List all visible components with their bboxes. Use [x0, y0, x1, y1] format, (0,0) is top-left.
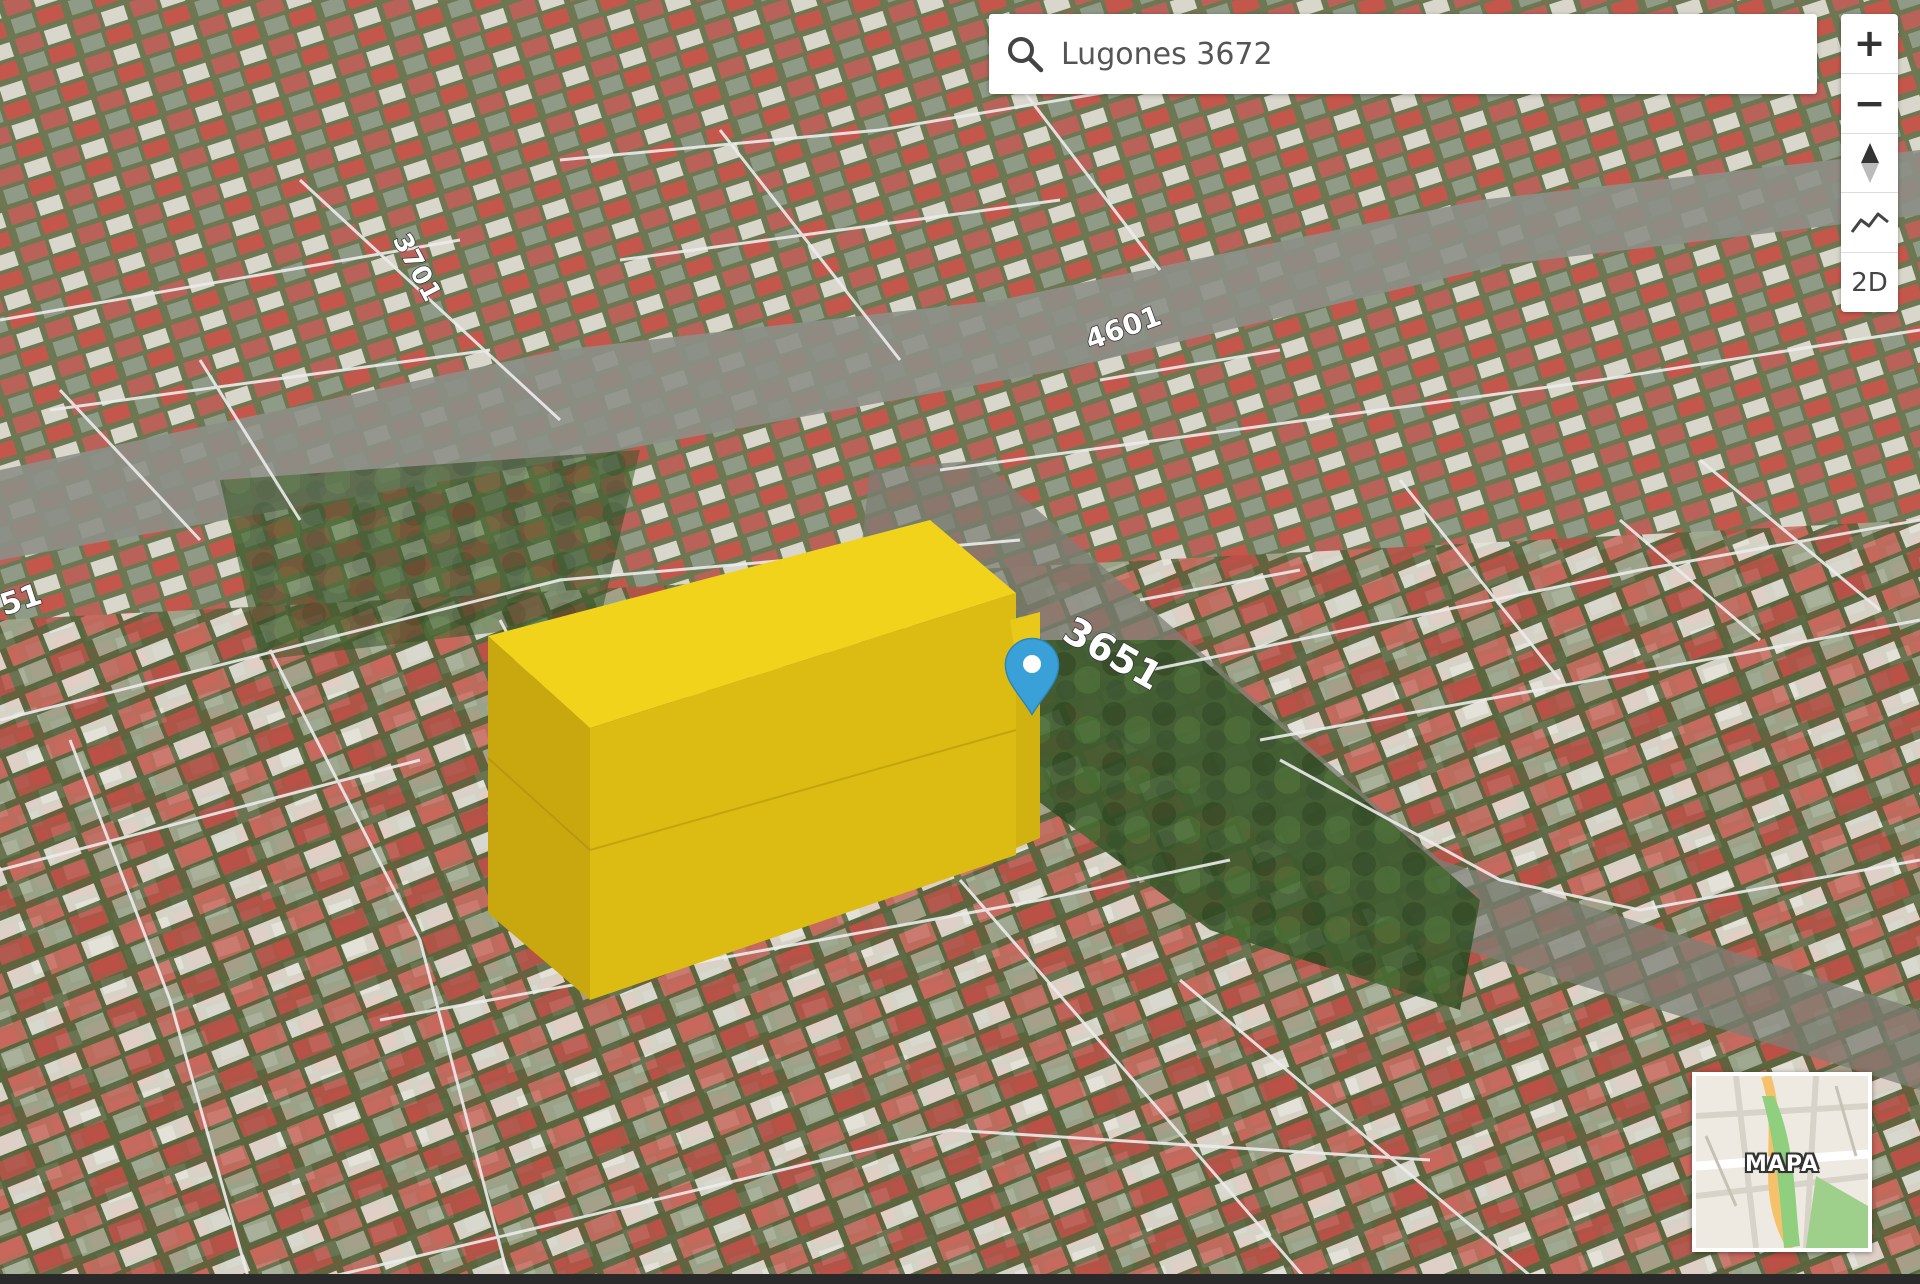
minimap-label: MAPA	[1744, 1152, 1820, 1177]
map-controls: + − 2D	[1841, 14, 1898, 312]
minus-icon: −	[1853, 81, 1886, 126]
compass-button[interactable]	[1841, 134, 1898, 194]
search-input[interactable]	[1059, 23, 1763, 85]
zoom-in-button[interactable]: +	[1841, 14, 1898, 74]
minimap-layer-toggle[interactable]: MAPA	[1692, 1072, 1872, 1252]
pin-dot	[1023, 655, 1041, 673]
search-bar[interactable]	[989, 14, 1817, 94]
search-icon[interactable]	[1005, 34, 1045, 74]
plus-icon: +	[1853, 21, 1886, 66]
bottom-bar	[0, 1274, 1920, 1284]
satellite-map-view[interactable]: 3701 4601 3651 51	[0, 0, 1920, 1284]
view-mode-label: 2D	[1851, 267, 1888, 298]
view-mode-2d-button[interactable]: 2D	[1841, 253, 1898, 312]
elevation-profile-button[interactable]	[1841, 193, 1898, 254]
compass-icon	[1860, 142, 1879, 183]
zoom-out-button[interactable]: −	[1841, 74, 1898, 134]
elevation-profile-icon	[1850, 212, 1889, 233]
